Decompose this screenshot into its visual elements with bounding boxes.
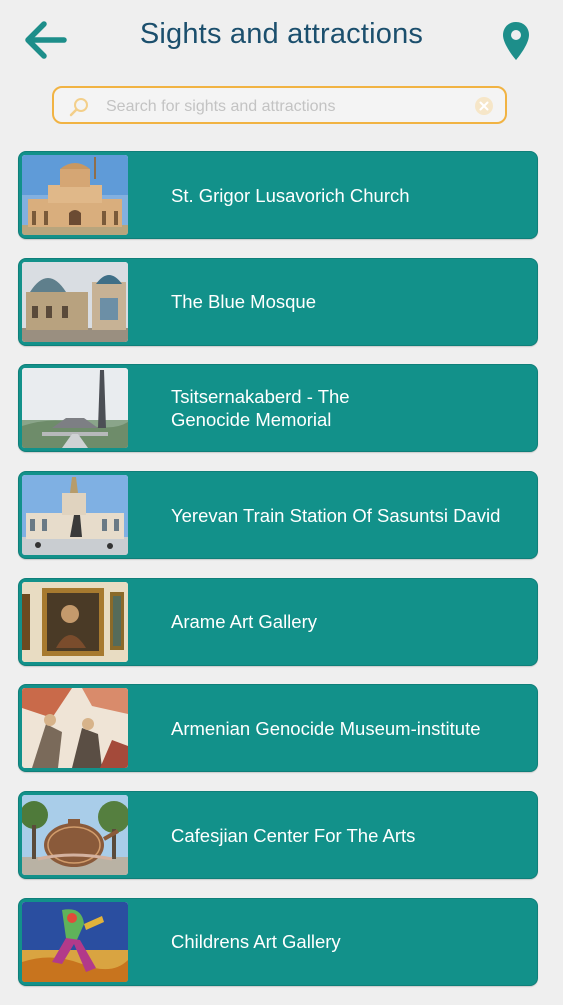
list-item[interactable]: St. Grigor Lusavorich Church (18, 151, 538, 239)
list-item[interactable]: Childrens Art Gallery (18, 897, 538, 986)
thumbnail-image (22, 901, 128, 982)
page-title: Sights and attractions (139, 18, 424, 50)
thumbnail-image (22, 688, 128, 769)
item-label: The Blue Mosque (171, 291, 317, 313)
thumbnail-image (22, 475, 128, 556)
header-bar: Sights and attractions (0, 0, 563, 80)
search-bar (52, 86, 507, 124)
close-icon (479, 101, 489, 111)
item-label: Yerevan Train Station Of Sasuntsi David (171, 504, 501, 526)
list-item[interactable]: Cafesjian Center For The Arts (18, 791, 538, 880)
thumbnail-image (22, 581, 128, 662)
thumbnail-image (22, 795, 128, 876)
item-label: Childrens Art Gallery (171, 931, 341, 953)
item-label: Tsitsernakaberd - The Genocide Memorial (171, 386, 350, 431)
clear-search-button[interactable] (475, 97, 493, 115)
item-label: Arame Art Gallery (171, 611, 317, 633)
list-item[interactable]: Arame Art Gallery (18, 577, 538, 666)
list-item[interactable]: Armenian Genocide Museum-institute (18, 684, 538, 773)
search-icon (69, 98, 88, 117)
list-item[interactable]: Yerevan Train Station Of Sasuntsi David (18, 471, 538, 560)
item-label: Armenian Genocide Museum-institute (171, 717, 481, 739)
thumbnail-image (22, 155, 128, 235)
sights-list: St. Grigor Lusavorich Church The Blue Mo… (18, 151, 540, 1005)
search-input[interactable] (104, 93, 478, 121)
thumbnail-image (22, 368, 128, 449)
map-pin-icon (503, 22, 529, 60)
thumbnail-image (22, 261, 128, 342)
list-item[interactable]: The Blue Mosque (18, 257, 538, 346)
item-label: Cafesjian Center For The Arts (171, 824, 416, 846)
item-label: St. Grigor Lusavorich Church (171, 184, 410, 206)
list-item[interactable]: Tsitsernakaberd - The Genocide Memorial (18, 364, 538, 453)
map-button[interactable] (500, 20, 532, 62)
